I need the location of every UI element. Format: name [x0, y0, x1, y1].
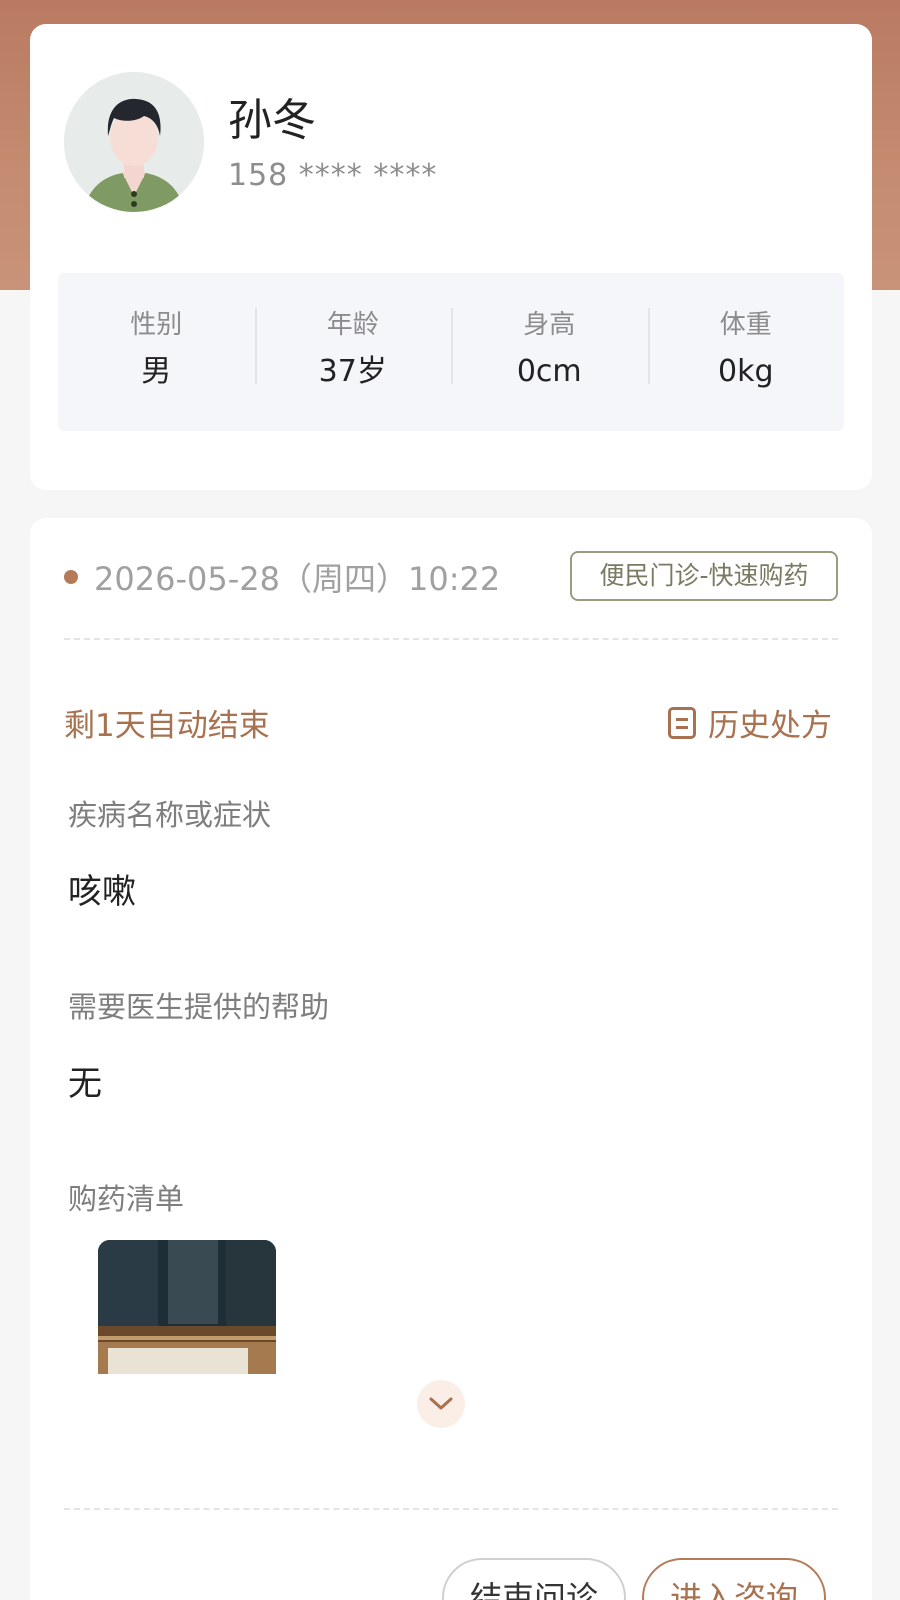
symptom-value: 咳嗽 — [68, 872, 136, 912]
end-consultation-button[interactable]: 结束问诊 — [442, 1558, 626, 1600]
purchase-list-label: 购药清单 — [68, 1182, 185, 1216]
stat-label: 性别 — [130, 310, 183, 340]
avatar — [64, 72, 204, 212]
status-dot — [64, 570, 78, 584]
chevron-down-icon — [429, 1397, 453, 1410]
document-icon — [668, 706, 696, 739]
stat-label: 体重 — [719, 310, 772, 340]
consultation-datetime: 2026-05-28（周四）10:22 — [94, 560, 501, 598]
stat-gender: 性别 男 — [58, 308, 255, 396]
stat-value: 男 — [141, 354, 172, 389]
stat-age: 年龄 37岁 — [254, 308, 452, 396]
enter-consultation-button[interactable]: 进入咨询 — [642, 1558, 826, 1600]
patient-profile-card: 孙冬 158 **** **** 性别 男 年龄 37岁 身高 0cm 体重 0… — [30, 24, 872, 490]
clinic-type-tag: 便民门诊-快速购药 — [570, 551, 838, 601]
help-needed-value: 无 — [68, 1064, 102, 1104]
stat-value: 0cm — [516, 354, 582, 389]
expand-button[interactable] — [417, 1380, 465, 1428]
history-label: 历史处方 — [708, 708, 832, 744]
divider — [64, 638, 838, 640]
patient-stats: 性别 男 年龄 37岁 身高 0cm 体重 0kg — [58, 273, 844, 431]
history-prescription-link[interactable]: 历史处方 — [668, 700, 832, 745]
stat-value: 0kg — [717, 354, 774, 389]
auto-end-notice: 剩1天自动结束 — [64, 708, 270, 744]
stat-label: 身高 — [523, 310, 576, 340]
patient-phone: 158 **** **** — [228, 158, 438, 193]
purchase-list-photo[interactable] — [98, 1240, 276, 1374]
stat-label: 年龄 — [326, 310, 379, 340]
divider — [64, 1508, 838, 1510]
patient-name: 孙冬 — [228, 95, 316, 146]
stat-value: 37岁 — [318, 354, 387, 389]
consultation-card: 2026-05-28（周四）10:22 便民门诊-快速购药 剩1天自动结束 历史… — [30, 518, 872, 1600]
stat-weight: 体重 0kg — [647, 308, 845, 396]
stat-height: 身高 0cm — [451, 308, 648, 396]
help-needed-label: 需要医生提供的帮助 — [68, 990, 330, 1024]
symptom-label: 疾病名称或症状 — [68, 798, 272, 832]
